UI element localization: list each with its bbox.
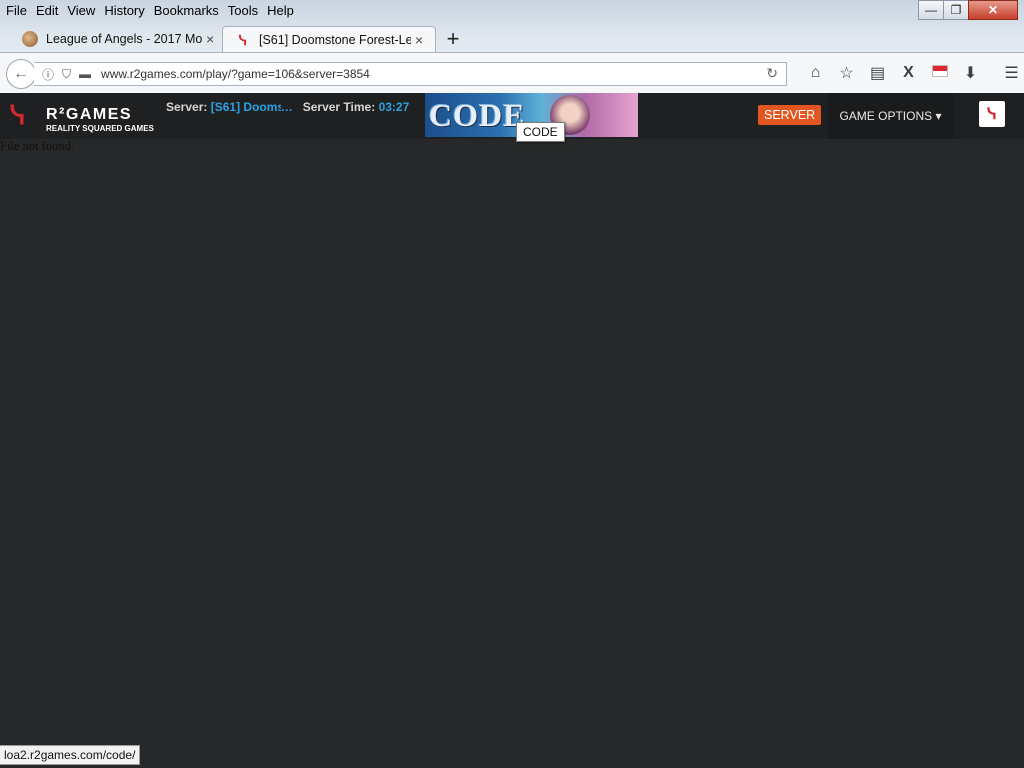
tab-league-of-angels[interactable]: League of Angels - 2017 Most × (0, 26, 222, 52)
error-message: File not found. (0, 139, 74, 153)
server-name[interactable]: [S61] Doomstone Forest… (211, 100, 293, 114)
status-bar: loa2.r2games.com/code/ (0, 745, 141, 765)
logo-name: R²GAMES (46, 106, 133, 123)
game-options-dropdown[interactable]: GAME OPTIONS ▾ (828, 93, 953, 139)
tab-favicon-icon (22, 31, 38, 47)
new-tab-button[interactable]: + (442, 26, 464, 52)
server-label: Server: (166, 100, 208, 114)
bookmark-star-icon[interactable]: ☆ (831, 63, 862, 83)
url-text[interactable]: www.r2games.com/play/?game=106&server=38… (101, 67, 370, 81)
tab-close-icon[interactable]: × (206, 31, 214, 47)
download-icon[interactable]: ⬇ (955, 63, 986, 83)
menu-help[interactable]: Help (267, 3, 294, 18)
url-bar[interactable]: ⓘ ⛉ ▬ www.r2games.com/play/?game=106&ser… (34, 62, 787, 86)
logo-tagline: REALITY SQUARED GAMES (46, 124, 154, 133)
menu-history[interactable]: History (104, 3, 144, 18)
navigation-bar: ← ⓘ ⛉ ▬ www.r2games.com/play/?game=106&s… (0, 52, 1024, 94)
server-time: 03:27 (378, 100, 410, 114)
toolbar-icons: ⌂ ☆ ▤ X ⬇ ☰ (800, 63, 1024, 83)
minimize-button[interactable]: — (918, 0, 944, 20)
menu-tools[interactable]: Tools (228, 3, 258, 18)
flag-extension-icon[interactable] (924, 64, 955, 82)
tab-close-icon[interactable]: × (415, 32, 423, 48)
r2-logo-icon: ᓭ (10, 100, 26, 130)
server-button[interactable]: SERVER (758, 105, 822, 125)
shield-icon[interactable]: ⛉ (62, 67, 71, 82)
tab-title: League of Angels - 2017 Most (46, 32, 202, 46)
r2-account-icon[interactable]: ᓭ (979, 101, 1005, 127)
info-icon[interactable]: ⓘ (42, 66, 54, 83)
close-window-button[interactable]: ✕ (968, 0, 1018, 20)
server-info: Server: [S61] Doomstone Forest… Server T… (166, 100, 409, 114)
tab-strip: League of Angels - 2017 Most × ᓭ [S61] D… (0, 26, 1024, 53)
home-icon[interactable]: ⌂ (800, 64, 831, 82)
page-content: ᓭ R²GAMES REALITY SQUARED GAMES Server: … (0, 93, 1024, 768)
reload-button[interactable]: ↻ (766, 65, 778, 82)
menu-bar: File Edit View History Bookmarks Tools H… (0, 0, 297, 20)
browser-chrome: File Edit View History Bookmarks Tools H… (0, 0, 1024, 94)
back-button[interactable]: ← (6, 59, 36, 89)
x-extension-icon[interactable]: X (893, 64, 924, 82)
server-time-label: Server Time: (302, 100, 376, 114)
hamburger-menu-icon[interactable]: ☰ (996, 63, 1024, 83)
r2games-logo[interactable]: ᓭ R²GAMES REALITY SQUARED GAMES (10, 97, 155, 133)
r2-favicon-icon: ᓭ (238, 31, 248, 48)
menu-view[interactable]: View (67, 3, 95, 18)
menu-bookmarks[interactable]: Bookmarks (154, 3, 219, 18)
flag-icon (931, 65, 948, 77)
tab-doomstone-forest[interactable]: ᓭ [S61] Doomstone Forest-Leag × (222, 26, 436, 53)
page-icon: ▬ (79, 67, 92, 81)
window-controls: — ❐ ✕ (918, 0, 1018, 20)
maximize-button[interactable]: ❐ (943, 0, 969, 20)
tooltip: CODE (516, 122, 565, 142)
site-header: ᓭ R²GAMES REALITY SQUARED GAMES Server: … (0, 93, 1024, 142)
menu-file[interactable]: File (6, 3, 27, 18)
library-icon[interactable]: ▤ (862, 63, 893, 83)
banner-text: CODE (429, 97, 526, 133)
tab-title: [S61] Doomstone Forest-Leag (259, 33, 411, 47)
menu-edit[interactable]: Edit (36, 3, 58, 18)
